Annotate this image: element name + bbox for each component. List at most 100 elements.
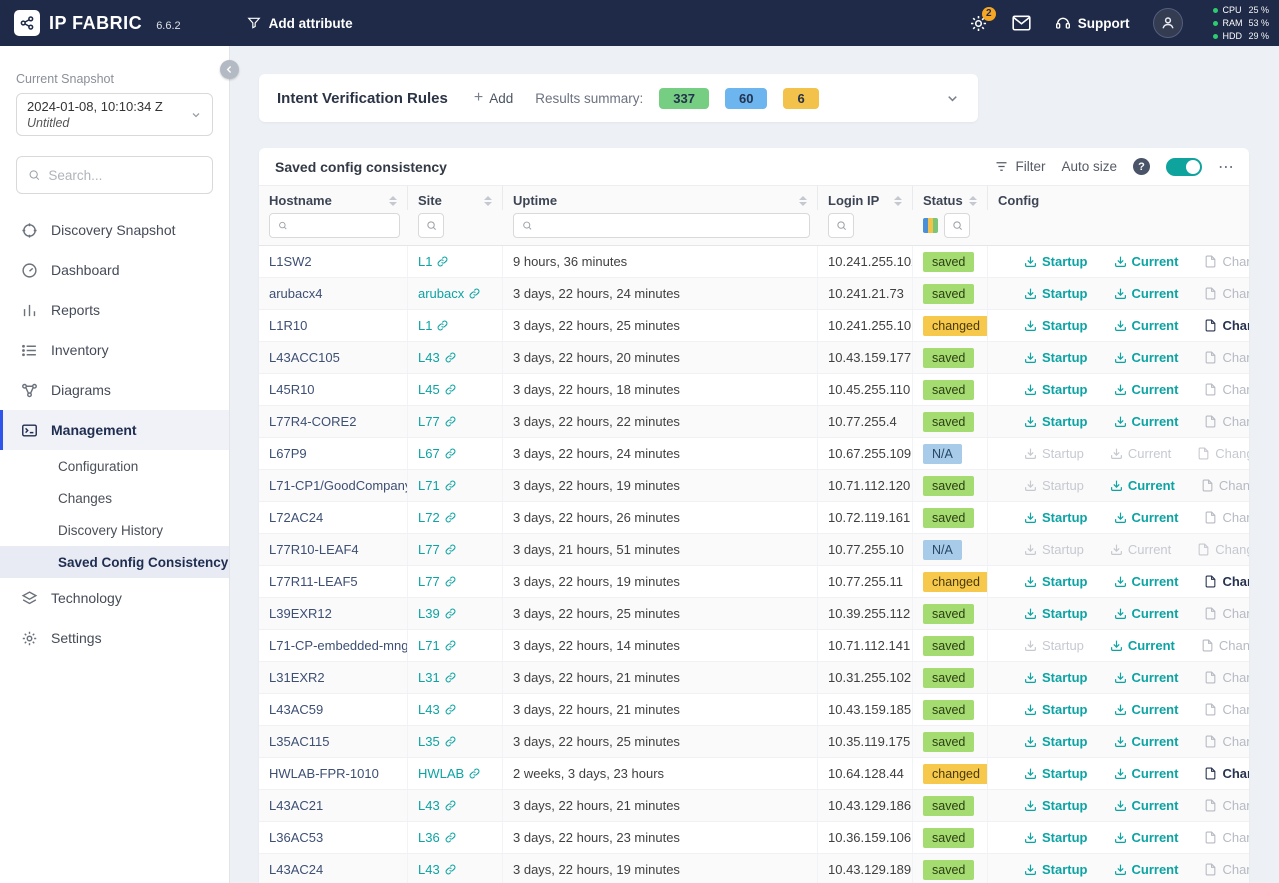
startup-link[interactable]: Startup	[1024, 798, 1088, 813]
changes-link[interactable]: Changes	[1204, 702, 1249, 717]
results-count-amber[interactable]: 6	[783, 88, 818, 109]
site-link[interactable]: L43	[418, 862, 456, 877]
site-link[interactable]: L67	[418, 446, 456, 461]
column-header-hostname[interactable]: Hostname	[259, 186, 408, 210]
current-link[interactable]: Current	[1114, 734, 1179, 749]
changes-link[interactable]: Changes	[1204, 382, 1249, 397]
autosize-toggle[interactable]	[1166, 158, 1202, 176]
changes-link[interactable]: Changes	[1197, 446, 1249, 461]
hostname-filter[interactable]	[269, 213, 400, 238]
sidebar-item-discovery-history[interactable]: Discovery History	[0, 514, 229, 546]
sidebar-item-technology[interactable]: Technology	[0, 578, 229, 618]
notifications-gear-button[interactable]: 2	[969, 14, 988, 33]
current-link[interactable]: Current	[1114, 606, 1179, 621]
column-header-site[interactable]: Site	[408, 186, 503, 210]
current-link[interactable]: Current	[1114, 830, 1179, 845]
current-link[interactable]: Current	[1114, 350, 1179, 365]
startup-link[interactable]: Startup	[1024, 638, 1084, 653]
add-rule-button[interactable]: + Add	[474, 90, 513, 106]
current-link[interactable]: Current	[1110, 638, 1175, 653]
site-link[interactable]: L43	[418, 798, 456, 813]
site-link[interactable]: L43	[418, 702, 456, 717]
site-link[interactable]: L71	[418, 478, 456, 493]
sidebar-item-saved-config-consistency[interactable]: Saved Config Consistency	[0, 546, 229, 578]
hostname-link[interactable]: L71-CP1/GoodCompany	[269, 478, 408, 493]
sidebar-item-diagrams[interactable]: Diagrams	[0, 370, 229, 410]
sidebar-search[interactable]	[16, 156, 213, 194]
hostname-link[interactable]: L77R10-LEAF4	[269, 542, 359, 557]
hostname-link[interactable]: L77R4-CORE2	[269, 414, 356, 429]
startup-link[interactable]: Startup	[1024, 254, 1088, 269]
sort-icon[interactable]	[799, 196, 809, 206]
uptime-filter[interactable]	[513, 213, 810, 238]
hostname-link[interactable]: L71-CP-embedded-mng	[269, 638, 408, 653]
startup-link[interactable]: Startup	[1024, 382, 1088, 397]
support-button[interactable]: Support	[1055, 15, 1130, 31]
site-link[interactable]: L77	[418, 414, 456, 429]
current-link[interactable]: Current	[1114, 254, 1179, 269]
startup-link[interactable]: Startup	[1024, 670, 1088, 685]
column-header-status[interactable]: Status	[913, 186, 988, 210]
startup-link[interactable]: Startup	[1024, 286, 1088, 301]
changes-link[interactable]: Changes	[1197, 542, 1249, 557]
sidebar-item-configuration[interactable]: Configuration	[0, 450, 229, 482]
status-color-filter-icon[interactable]	[923, 218, 938, 233]
changes-link[interactable]: Changes	[1204, 318, 1249, 333]
changes-link[interactable]: Changes	[1204, 766, 1249, 781]
current-link[interactable]: Current	[1114, 766, 1179, 781]
site-link[interactable]: arubacx	[418, 286, 480, 301]
startup-link[interactable]: Startup	[1024, 350, 1088, 365]
sidebar-item-changes[interactable]: Changes	[0, 482, 229, 514]
current-link[interactable]: Current	[1114, 670, 1179, 685]
current-link[interactable]: Current	[1110, 478, 1175, 493]
site-link[interactable]: L39	[418, 606, 456, 621]
startup-link[interactable]: Startup	[1024, 574, 1088, 589]
column-header-uptime[interactable]: Uptime	[503, 186, 818, 210]
changes-link[interactable]: Changes	[1204, 574, 1249, 589]
hostname-link[interactable]: L36AC53	[269, 830, 323, 845]
current-link[interactable]: Current	[1114, 318, 1179, 333]
changes-link[interactable]: Changes	[1201, 478, 1249, 493]
sidebar-search-input[interactable]	[48, 168, 201, 183]
current-link[interactable]: Current	[1114, 798, 1179, 813]
site-link[interactable]: HWLAB	[418, 766, 480, 781]
current-link[interactable]: Current	[1114, 510, 1179, 525]
hostname-link[interactable]: L1R10	[269, 318, 307, 333]
site-link[interactable]: L36	[418, 830, 456, 845]
site-link[interactable]: L35	[418, 734, 456, 749]
current-link[interactable]: Current	[1110, 542, 1171, 557]
site-link[interactable]: L72	[418, 510, 456, 525]
changes-link[interactable]: Changes	[1204, 254, 1249, 269]
sidebar-item-settings[interactable]: Settings	[0, 618, 229, 658]
sidebar-item-reports[interactable]: Reports	[0, 290, 229, 330]
sidebar-item-discovery-snapshot[interactable]: Discovery Snapshot	[0, 210, 229, 250]
changes-link[interactable]: Changes	[1204, 830, 1249, 845]
sidebar-item-management[interactable]: Management	[0, 410, 229, 450]
filter-button[interactable]: Filter	[994, 159, 1045, 174]
startup-link[interactable]: Startup	[1024, 830, 1088, 845]
hostname-link[interactable]: L43AC24	[269, 862, 323, 877]
hostname-link[interactable]: L1SW2	[269, 254, 312, 269]
sort-icon[interactable]	[389, 196, 399, 206]
messages-button[interactable]	[1012, 15, 1031, 31]
hostname-link[interactable]: L39EXR12	[269, 606, 332, 621]
user-avatar[interactable]	[1153, 8, 1183, 38]
startup-link[interactable]: Startup	[1024, 734, 1088, 749]
changes-link[interactable]: Changes	[1204, 862, 1249, 877]
hostname-link[interactable]: L43ACC105	[269, 350, 340, 365]
current-link[interactable]: Current	[1114, 414, 1179, 429]
results-count-blue[interactable]: 60	[725, 88, 767, 109]
sort-icon[interactable]	[969, 196, 979, 206]
startup-link[interactable]: Startup	[1024, 478, 1084, 493]
sidebar-collapse-button[interactable]	[220, 60, 239, 79]
hostname-filter-input[interactable]	[293, 219, 391, 233]
hostname-link[interactable]: L45R10	[269, 382, 315, 397]
startup-link[interactable]: Startup	[1024, 862, 1088, 877]
more-options-button[interactable]: ⋯	[1218, 157, 1235, 177]
hostname-link[interactable]: L67P9	[269, 446, 307, 461]
startup-link[interactable]: Startup	[1024, 446, 1084, 461]
changes-link[interactable]: Changes	[1204, 670, 1249, 685]
changes-link[interactable]: Changes	[1204, 286, 1249, 301]
hostname-link[interactable]: arubacx4	[269, 286, 322, 301]
site-link[interactable]: L43	[418, 350, 456, 365]
